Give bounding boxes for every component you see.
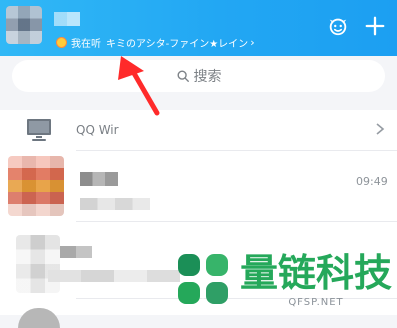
user-name-blurred — [54, 12, 80, 26]
chevron-right-icon — [376, 123, 385, 135]
chat-name-blurred — [60, 246, 92, 258]
brand-logo-icon — [178, 254, 228, 304]
chat-time: 09:49 — [356, 175, 388, 188]
search-bar[interactable]: 搜索 — [12, 60, 385, 92]
user-avatar[interactable] — [6, 6, 42, 44]
qq-windows-label: QQ Wir — [76, 123, 119, 137]
status-chevron-icon: › — [250, 36, 255, 49]
row-divider — [76, 150, 397, 151]
plus-icon[interactable] — [364, 15, 386, 37]
watermark-subtitle: QFSP.NET — [288, 297, 344, 308]
music-status-icon — [56, 37, 67, 48]
watermark-title: 量链科技 — [239, 251, 392, 295]
chat-message-blurred — [48, 270, 180, 282]
chat-message-blurred — [80, 198, 150, 210]
song-title: キミのアシタ-ファイン★レイン — [106, 39, 249, 50]
listening-status[interactable]: 我在听 キミのアシタ-ファイン★レイン › — [56, 35, 255, 50]
partial-chat-avatar — [18, 308, 60, 328]
chat-avatar-blurred — [16, 235, 60, 293]
search-placeholder: 搜索 — [193, 69, 222, 85]
row-divider — [76, 221, 397, 222]
computer-icon — [27, 119, 51, 141]
top-header: 我在听 キミのアシタ-ファイン★レイン › — [0, 0, 397, 56]
mascot-icon[interactable] — [327, 15, 349, 37]
chat-name-blurred — [80, 172, 118, 186]
brand-watermark: 量链科技 QFSP.NET — [236, 253, 396, 308]
search-icon — [176, 70, 189, 82]
chat-avatar — [8, 156, 64, 216]
listening-prefix: 我在听 — [71, 39, 101, 50]
